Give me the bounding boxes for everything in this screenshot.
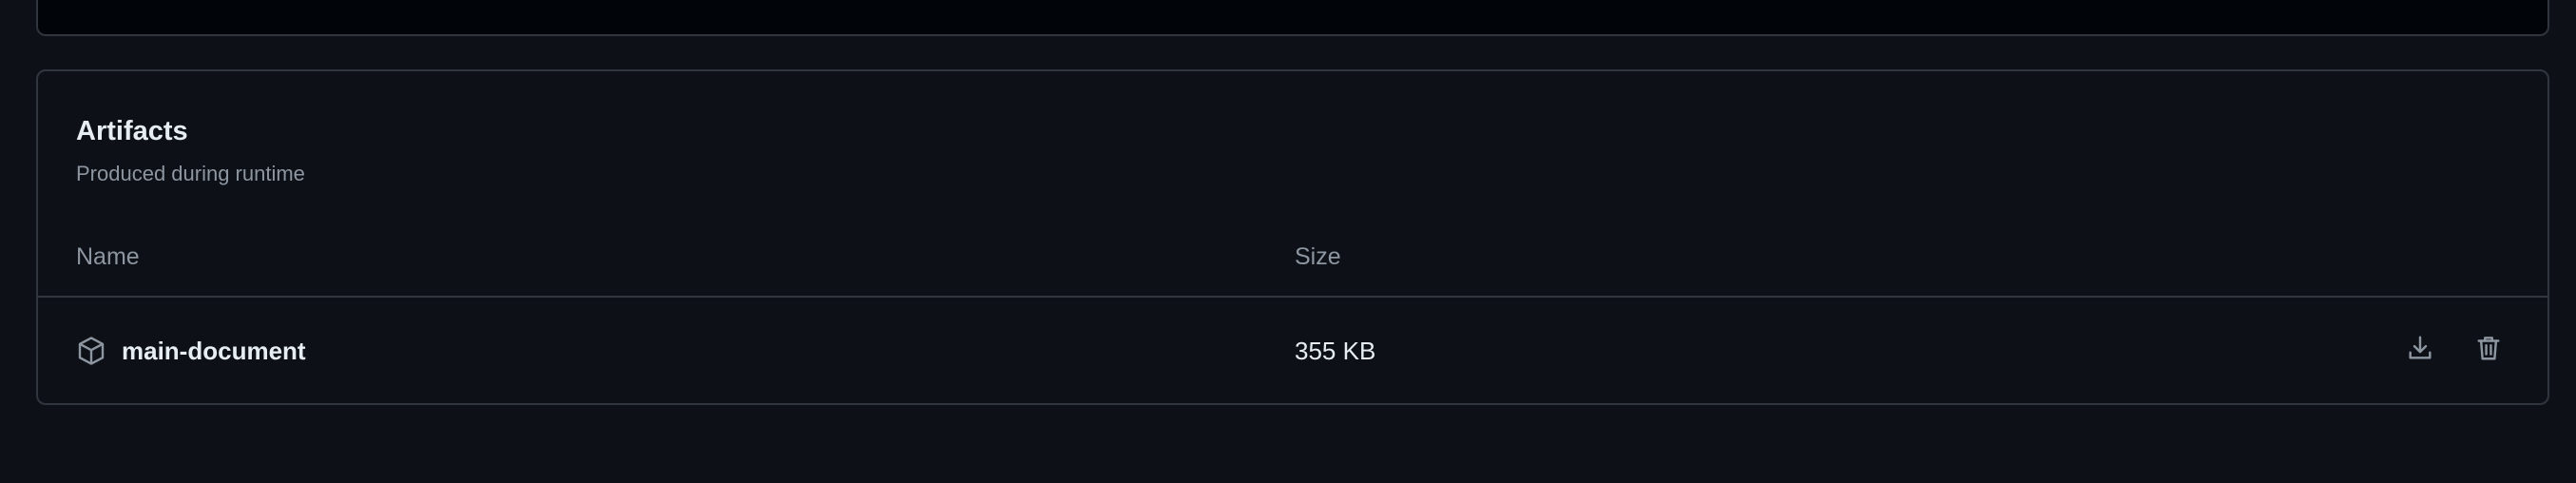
column-header-name: Name xyxy=(76,243,140,270)
package-icon xyxy=(76,336,106,366)
download-button[interactable] xyxy=(2397,327,2443,373)
table-row: main-document 355 KB xyxy=(38,298,2547,405)
previous-section-panel xyxy=(36,0,2549,36)
artifacts-title: Artifacts xyxy=(76,116,188,146)
download-icon xyxy=(2406,334,2434,367)
trash-icon xyxy=(2474,334,2503,367)
column-header-size: Size xyxy=(1295,243,1341,270)
artifacts-card: Artifacts Produced during runtime Name S… xyxy=(36,69,2549,405)
delete-button[interactable] xyxy=(2466,327,2511,373)
artifact-size: 355 KB xyxy=(1295,337,1376,365)
artifacts-subtitle: Produced during runtime xyxy=(76,162,305,185)
artifact-name-link[interactable]: main-document xyxy=(122,337,306,366)
